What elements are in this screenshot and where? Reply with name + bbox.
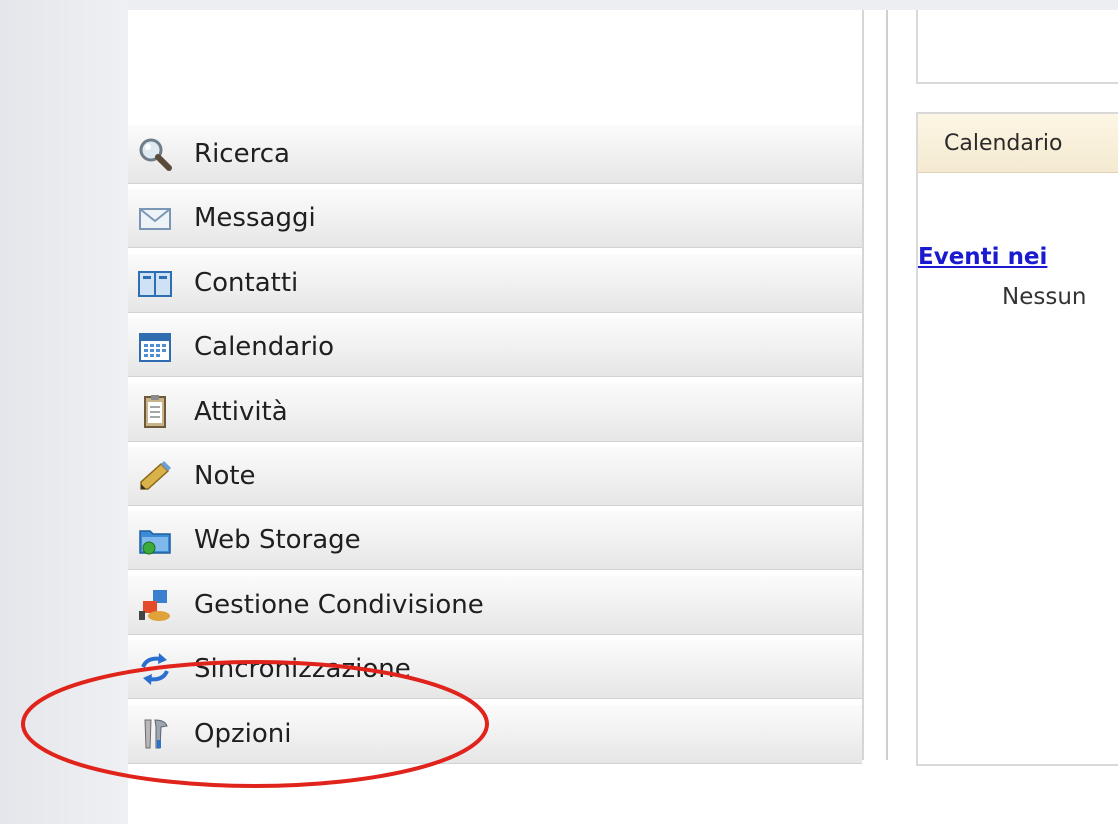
calendar-portlet: Calendario Eventi nei Nessun <box>916 112 1118 766</box>
sidebar-item-label: Messaggi <box>194 203 316 234</box>
page-background-top <box>128 0 1118 10</box>
task-list-icon <box>136 393 174 431</box>
calendar-icon <box>136 328 174 366</box>
pencil-note-icon <box>136 457 174 495</box>
empty-events-text: Nessun <box>1002 284 1087 310</box>
content-panel: Calendario Eventi nei Nessun <box>886 10 1118 766</box>
sidebar-item-gestione-condivisione[interactable]: Gestione Condivisione <box>128 574 862 635</box>
sidebar-item-ricerca[interactable]: Ricerca <box>128 124 862 184</box>
sidebar-item-label: Note <box>194 460 256 491</box>
sidebar-header <box>128 10 862 116</box>
top-portlet <box>916 10 1118 84</box>
address-book-icon <box>136 264 174 302</box>
sidebar-item-label: Sincronizzazione <box>194 654 411 685</box>
sidebar-item-label: Opzioni <box>194 718 292 749</box>
sidebar-item-contatti[interactable]: Contatti <box>128 252 862 313</box>
page-background-left <box>0 0 128 824</box>
folder-storage-icon <box>136 521 174 559</box>
sidebar: Ricerca Messaggi Contatti Calendario Att… <box>128 10 864 764</box>
tools-icon <box>136 715 174 753</box>
portlet-title: Calendario <box>918 114 1118 173</box>
sidebar-item-note[interactable]: Note <box>128 445 862 506</box>
sidebar-item-sincronizzazione[interactable]: Sincronizzazione <box>128 639 862 700</box>
sidebar-item-messaggi[interactable]: Messaggi <box>128 188 862 249</box>
sidebar-item-label: Attività <box>194 396 288 427</box>
sidebar-item-label: Web Storage <box>194 525 361 556</box>
sidebar-item-attivita[interactable]: Attività <box>128 381 862 442</box>
sidebar-item-label: Contatti <box>194 267 299 298</box>
sidebar-menu: Ricerca Messaggi Contatti Calendario Att… <box>128 124 862 768</box>
events-link[interactable]: Eventi nei <box>918 244 1047 270</box>
sidebar-item-label: Ricerca <box>194 139 290 169</box>
sidebar-item-opzioni[interactable]: Opzioni <box>128 703 862 764</box>
sharing-icon <box>136 586 174 624</box>
envelope-icon <box>136 199 174 237</box>
search-icon <box>136 135 174 173</box>
sidebar-item-web-storage[interactable]: Web Storage <box>128 510 862 571</box>
sidebar-item-label: Gestione Condivisione <box>194 589 484 620</box>
sidebar-item-calendario[interactable]: Calendario <box>128 317 862 378</box>
sidebar-item-label: Calendario <box>194 332 335 363</box>
sync-arrows-icon <box>136 650 174 688</box>
